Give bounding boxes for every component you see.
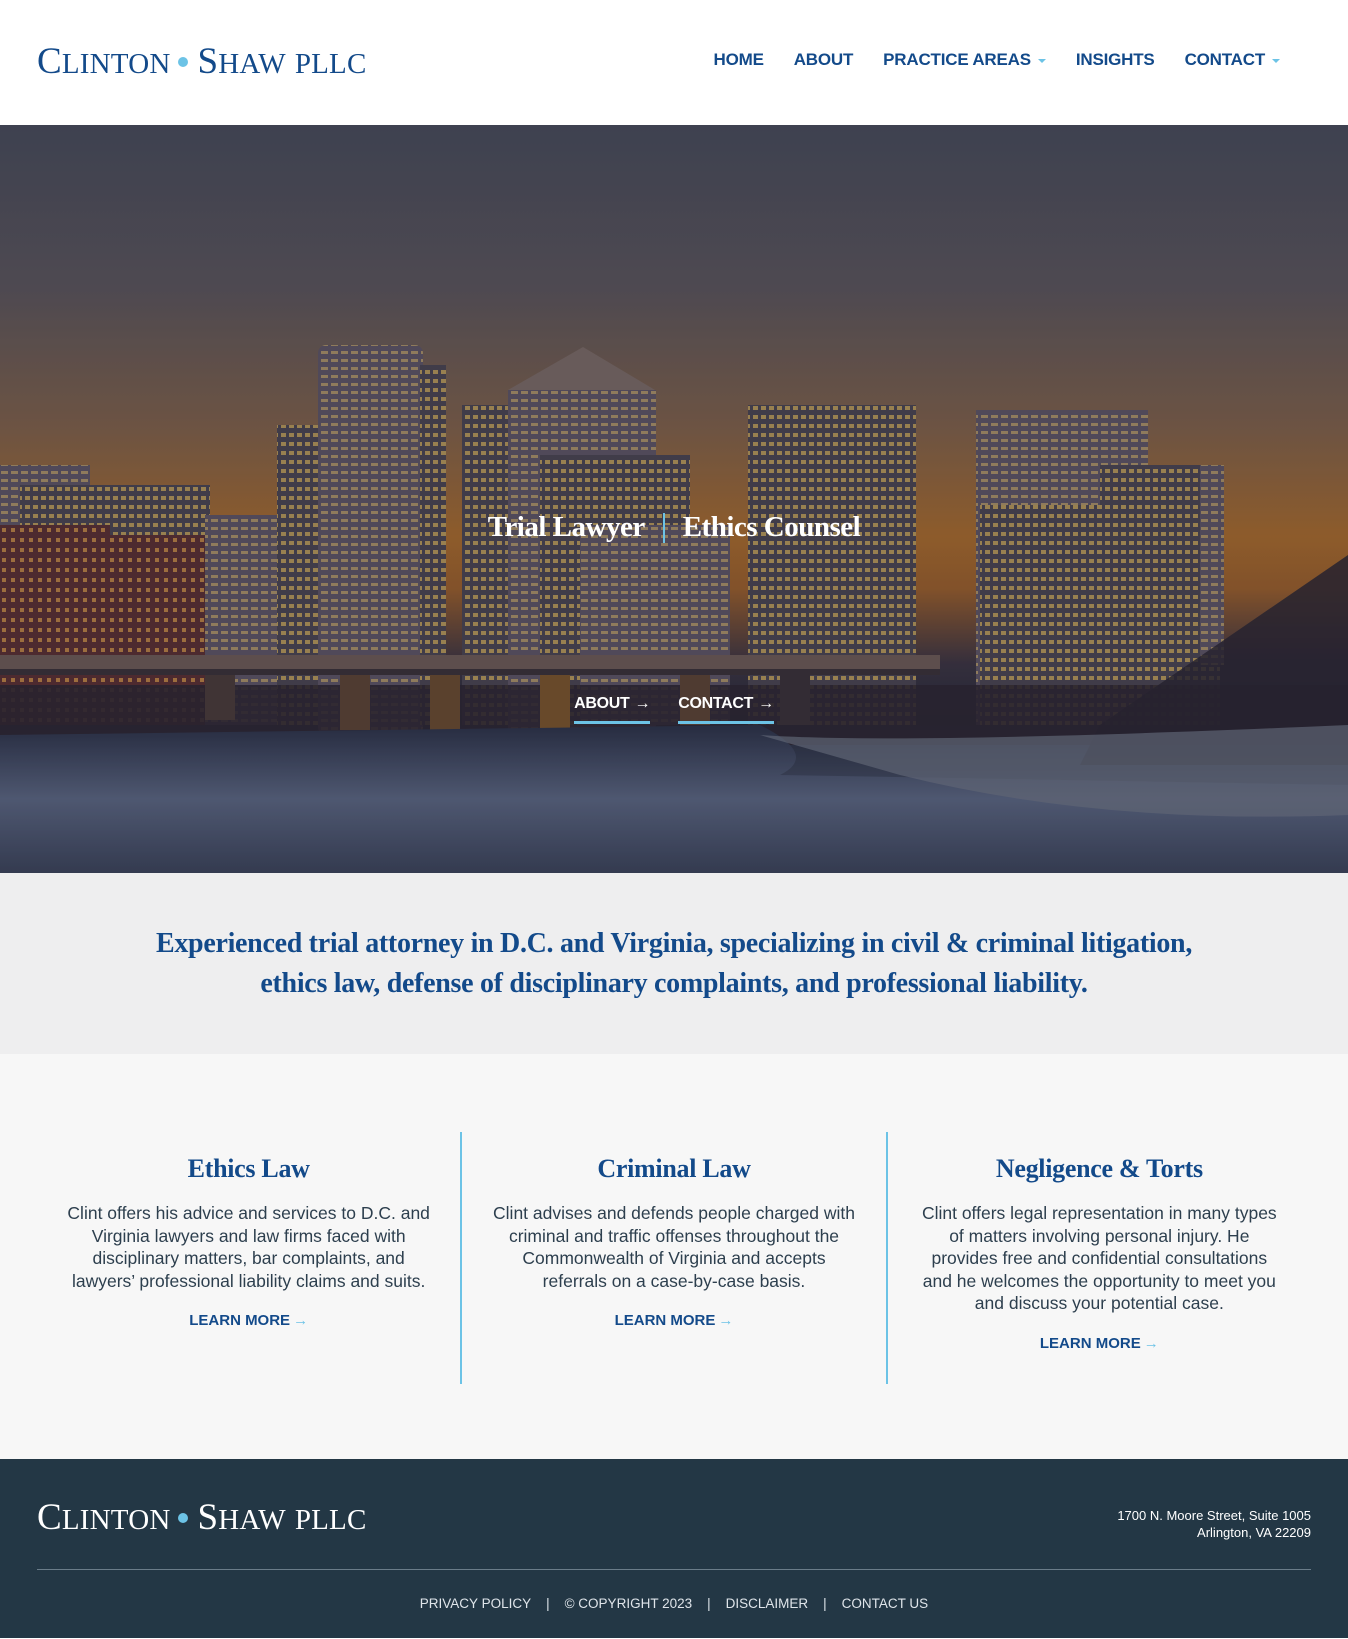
footer-separator: | [546,1596,550,1611]
footer-link-disclaimer[interactable]: DISCLAIMER [726,1596,809,1611]
footer-copyright: © COPYRIGHT 2023 [564,1596,693,1611]
logo-word-clinton: LINTON [61,1504,171,1536]
practice-area-ethics-law: Ethics Law Clint offers his advice and s… [37,1132,460,1384]
arrow-right-icon: → [634,695,651,712]
practice-area-description: Clint advises and defends people charged… [493,1203,855,1291]
logo-initial-c: C [37,1497,62,1538]
footer-logo[interactable]: C LINTON S HAW PLLC [37,1496,367,1539]
hero-title: Trial Lawyer Ethics Counsel [0,511,1348,544]
chevron-down-icon [1037,59,1046,63]
footer-links: PRIVACY POLICY | © COPYRIGHT 2023 | DISC… [0,1596,1348,1611]
hero-title-ethics-counsel: Ethics Counsel [682,511,861,543]
practice-area-criminal-law: Criminal Law Clint advises and defends p… [460,1132,885,1384]
hero-section: Trial Lawyer Ethics Counsel ABOUT → CONT… [0,125,1348,873]
logo-word-shaw: HAW [218,1504,286,1536]
hero-about-button[interactable]: ABOUT → [574,695,651,724]
address-line-1: 1700 N. Moore Street, Suite 1005 [1117,1508,1311,1523]
practice-area-description: Clint offers legal representation in man… [921,1203,1277,1314]
nav-practice-areas[interactable]: PRACTICE AREAS [883,50,1046,70]
hero-contact-button[interactable]: CONTACT → [678,695,774,724]
learn-more-link[interactable]: LEARN MORE → [189,1312,308,1329]
nav-insights[interactable]: INSIGHTS [1076,50,1155,70]
footer-link-privacy-policy[interactable]: PRIVACY POLICY [420,1596,531,1611]
footer-separator: | [707,1596,711,1611]
learn-more-label: LEARN MORE [614,1312,716,1330]
logo-dot-icon [178,57,189,67]
hero-overlay [0,125,1348,873]
practice-area-description: Clint offers his advice and services to … [67,1203,430,1291]
site-footer: C LINTON S HAW PLLC 1700 N. Moore Street, … [0,1459,1348,1638]
site-header: C LINTON S HAW PLLC HOME ABOUT PRACTICE AR… [0,0,1348,125]
nav-contact[interactable]: CONTACT [1185,50,1280,70]
intro-statement: Experienced trial attorney in D.C. and V… [155,927,1193,999]
footer-divider [37,1569,1311,1570]
practice-areas-columns: Ethics Law Clint offers his advice and s… [37,1132,1311,1384]
arrow-right-icon: → [718,1312,734,1330]
logo-initial-s: S [197,1497,219,1538]
chevron-down-icon [1272,59,1280,63]
logo-suffix: PLLC [294,48,367,80]
arrow-right-icon: → [758,695,774,712]
nav-about-label: ABOUT [793,50,854,69]
logo-initial-c: C [37,41,62,82]
footer-link-contact-us[interactable]: CONTACT US [842,1596,929,1611]
practice-area-title: Negligence & Torts [995,1154,1203,1183]
main-nav: HOME ABOUT PRACTICE AREAS INSIGHTS CONTA… [714,50,1280,70]
hero-title-divider [662,512,665,543]
hero-about-label: ABOUT [574,695,630,712]
intro-section: Experienced trial attorney in D.C. and V… [0,873,1348,1054]
hero-contact-label: CONTACT [678,695,754,712]
practice-areas-section: Ethics Law Clint offers his advice and s… [0,1054,1348,1459]
practice-area-title: Ethics Law [187,1154,310,1183]
learn-more-label: LEARN MORE [189,1312,291,1330]
footer-separator: | [823,1596,827,1611]
learn-more-link[interactable]: LEARN MORE → [1040,1335,1159,1352]
nav-practice-areas-label: PRACTICE AREAS [883,50,1031,69]
logo-initial-s: S [197,41,219,82]
logo-word-shaw: HAW [218,48,286,80]
practice-area-title: Criminal Law [597,1154,751,1183]
learn-more-link[interactable]: LEARN MORE → [615,1312,734,1329]
nav-about[interactable]: ABOUT [793,50,854,70]
arrow-right-icon: → [293,1312,309,1330]
learn-more-label: LEARN MORE [1039,1334,1141,1352]
nav-insights-label: INSIGHTS [1075,50,1155,69]
nav-home[interactable]: HOME [714,50,764,70]
arrow-right-icon: → [1143,1334,1159,1352]
address-line-2: Arlington, VA 22209 [1197,1525,1311,1540]
footer-address: 1700 N. Moore Street, Suite 1005 Arlingt… [1117,1507,1311,1541]
nav-home-label: HOME [713,50,764,69]
site-logo[interactable]: C LINTON S HAW PLLC [37,40,367,83]
logo-suffix: PLLC [294,1504,367,1536]
logo-word-clinton: LINTON [61,48,171,80]
logo-dot-icon [178,1513,189,1523]
nav-contact-label: CONTACT [1184,50,1266,69]
hero-title-trial-lawyer: Trial Lawyer [487,511,645,543]
practice-area-negligence-torts: Negligence & Torts Clint offers legal re… [885,1132,1311,1384]
hero-cta-group: ABOUT → CONTACT → [0,695,1348,724]
